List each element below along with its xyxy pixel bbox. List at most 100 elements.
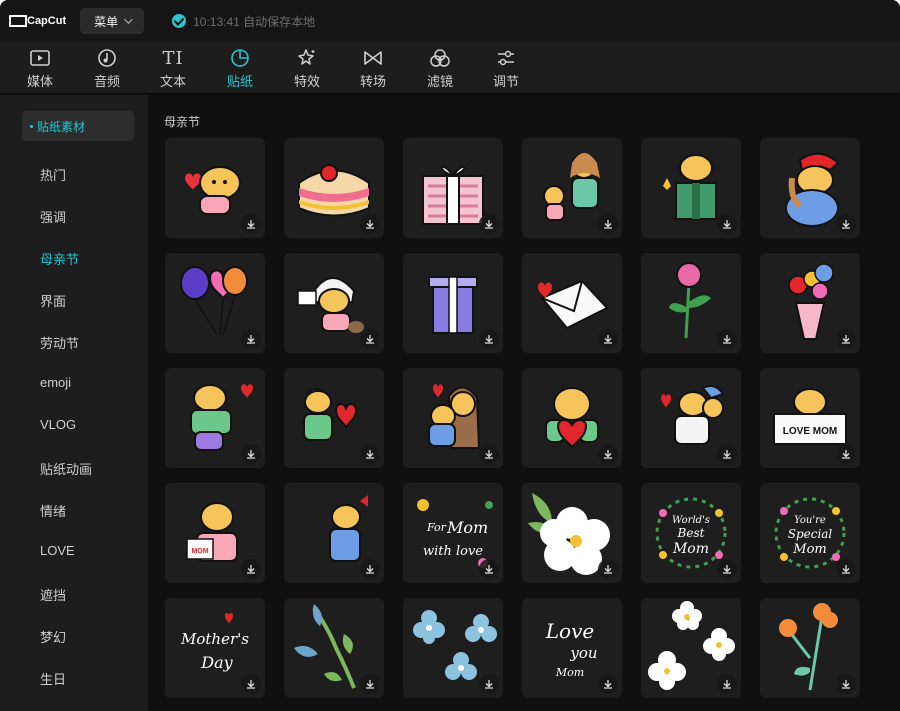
sidebar-item-labor-day[interactable]: 劳动节	[40, 333, 79, 352]
day-text: Day	[200, 653, 233, 672]
download-icon[interactable]	[241, 329, 261, 349]
sticker-tile[interactable]	[522, 368, 622, 468]
tab-effects[interactable]: 特效	[277, 47, 337, 91]
sticker-tile[interactable]	[760, 138, 860, 238]
download-icon[interactable]	[360, 214, 380, 234]
sticker-tile[interactable]	[284, 483, 384, 583]
download-icon[interactable]	[598, 214, 618, 234]
sticker-tile[interactable]	[522, 253, 622, 353]
mom-script-text: Mom	[446, 518, 488, 537]
sidebar-item-hot[interactable]: 热门	[40, 165, 66, 184]
sticker-tile[interactable]	[641, 598, 741, 698]
tab-label: 滤镜	[426, 74, 453, 89]
sticker-tile[interactable]	[165, 368, 265, 468]
download-icon[interactable]	[479, 559, 499, 579]
download-icon[interactable]	[479, 444, 499, 464]
tab-label: 转场	[359, 74, 386, 89]
download-icon[interactable]	[717, 444, 737, 464]
sticker-tile[interactable]	[403, 598, 503, 698]
download-icon[interactable]	[598, 329, 618, 349]
sidebar-header-sticker-assets[interactable]: 贴纸素材	[22, 111, 134, 141]
app-logo-text: CapCut	[27, 15, 67, 27]
sticker-tile[interactable]	[641, 368, 741, 468]
download-icon[interactable]	[360, 329, 380, 349]
sticker-tile[interactable]	[522, 483, 622, 583]
sticker-tile[interactable]	[165, 253, 265, 353]
sticker-tile[interactable]	[403, 368, 503, 468]
sticker-tile[interactable]	[284, 138, 384, 238]
app-logo: CapCut	[8, 15, 66, 27]
menu-button[interactable]: 菜单	[80, 8, 145, 34]
sticker-tile[interactable]	[165, 138, 265, 238]
download-icon[interactable]	[598, 559, 618, 579]
download-icon[interactable]	[717, 559, 737, 579]
download-icon[interactable]	[717, 329, 737, 349]
download-icon[interactable]	[836, 214, 856, 234]
sticker-tile[interactable]	[403, 138, 503, 238]
download-icon[interactable]	[717, 214, 737, 234]
download-icon[interactable]	[360, 444, 380, 464]
sidebar-item-emotion[interactable]: 情绪	[40, 501, 66, 520]
sidebar-item-dreamy[interactable]: 梦幻	[40, 627, 66, 646]
sticker-tile[interactable]	[284, 598, 384, 698]
tab-filter[interactable]: 滤镜	[410, 47, 470, 91]
sticker-tile[interactable]	[284, 368, 384, 468]
download-icon[interactable]	[598, 444, 618, 464]
tab-transition[interactable]: 转场	[343, 47, 403, 91]
download-icon[interactable]	[241, 559, 261, 579]
download-icon[interactable]	[241, 444, 261, 464]
download-icon[interactable]	[479, 329, 499, 349]
tab-media[interactable]: 媒体	[10, 47, 70, 91]
sticker-tile[interactable]	[641, 138, 741, 238]
sidebar-item-mothers-day[interactable]: 母亲节	[40, 249, 79, 268]
sticker-tile[interactable]: Mother's Day	[165, 598, 265, 698]
sticker-category-sidebar: 贴纸素材 热门 强调 母亲节 界面 劳动节 emoji VLOG 贴纸动画 情绪…	[0, 95, 148, 711]
sticker-tile[interactable]	[760, 598, 860, 698]
sticker-content-panel: 母亲节 LOVE MOM MOM For Mom with love World…	[148, 95, 900, 711]
mom-special-text: Mom	[792, 542, 826, 557]
download-icon[interactable]	[717, 674, 737, 694]
mom-card-text: MOM	[191, 548, 208, 555]
chevron-down-icon	[124, 15, 133, 24]
download-icon[interactable]	[360, 674, 380, 694]
download-icon[interactable]	[598, 674, 618, 694]
for-text: For	[426, 521, 447, 534]
sticker-tile[interactable]: Love you Mom	[522, 598, 622, 698]
sticker-tile[interactable]	[641, 253, 741, 353]
download-icon[interactable]	[241, 214, 261, 234]
tab-audio[interactable]: 音频	[77, 47, 137, 91]
sidebar-item-emphasis[interactable]: 强调	[40, 207, 66, 226]
sticker-tile[interactable]	[522, 138, 622, 238]
sidebar-item-interface[interactable]: 界面	[40, 291, 66, 310]
sidebar-item-birthday[interactable]: 生日	[40, 669, 66, 688]
sidebar-item-occlusion[interactable]: 遮挡	[40, 585, 66, 604]
autosave-status-text: 10:13:41 自动保存本地	[193, 14, 316, 29]
download-icon[interactable]	[836, 329, 856, 349]
download-icon[interactable]	[836, 444, 856, 464]
download-icon[interactable]	[479, 674, 499, 694]
download-icon[interactable]	[241, 674, 261, 694]
sidebar-item-love[interactable]: LOVE	[40, 543, 75, 558]
love-mom-sign-text: LOVE MOM	[783, 426, 837, 437]
tab-label: 特效	[293, 74, 320, 89]
sticker-tile[interactable]: For Mom with love	[403, 483, 503, 583]
tab-adjust[interactable]: 调节	[476, 47, 536, 91]
tab-sticker[interactable]: 贴纸	[210, 47, 270, 91]
sidebar-item-sticker-animation[interactable]: 贴纸动画	[40, 459, 92, 478]
sticker-tile[interactable]	[284, 253, 384, 353]
download-icon[interactable]	[479, 214, 499, 234]
sticker-tile[interactable]: World's Best Mom	[641, 483, 741, 583]
youre-text: You're	[794, 515, 826, 526]
sticker-tile[interactable]	[403, 253, 503, 353]
download-icon[interactable]	[836, 559, 856, 579]
sidebar-item-vlog[interactable]: VLOG	[40, 417, 76, 432]
tab-text[interactable]: TI 文本	[143, 47, 203, 91]
sticker-tile[interactable]: LOVE MOM	[760, 368, 860, 468]
sidebar-item-emoji[interactable]: emoji	[40, 375, 71, 390]
download-icon[interactable]	[836, 674, 856, 694]
sticker-tile[interactable]: You're Special Mom	[760, 483, 860, 583]
sticker-tile[interactable]: MOM	[165, 483, 265, 583]
sticker-tile[interactable]	[760, 253, 860, 353]
download-icon[interactable]	[360, 559, 380, 579]
text-icon: TI	[162, 47, 184, 69]
